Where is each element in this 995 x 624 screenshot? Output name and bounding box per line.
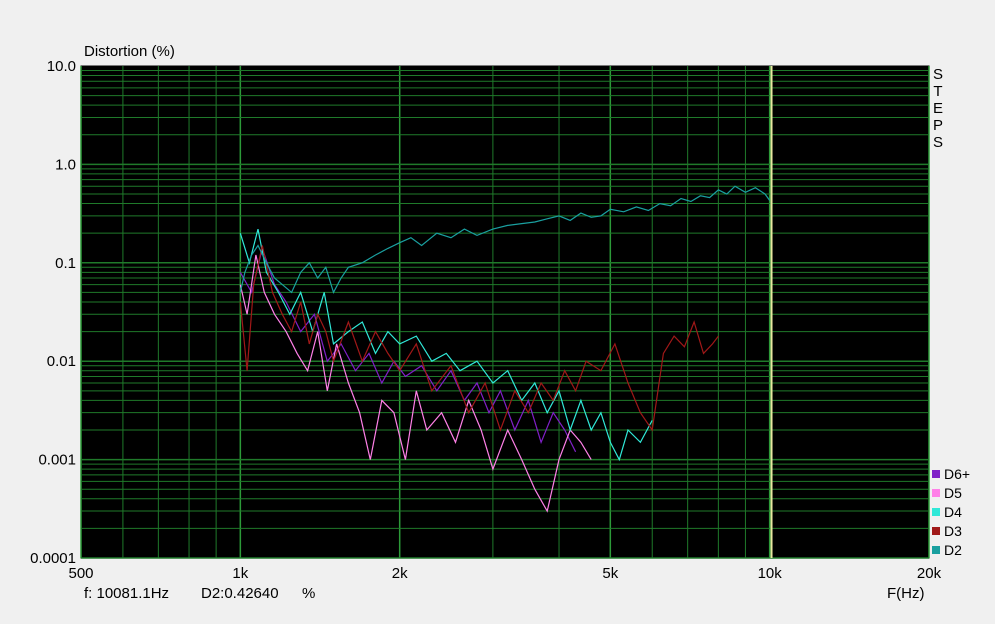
value-readout: D2:0.42640 bbox=[201, 585, 279, 602]
distortion-chart: 500 1k 2k 5k 10k 20k 10.0 1.0 0.1 0.01 0.001 0.0001 bbox=[30, 58, 942, 582]
legend-item[interactable]: D4 bbox=[932, 502, 970, 521]
y-axis-title: Distortion (%) bbox=[84, 43, 175, 60]
legend-label: D2 bbox=[944, 541, 962, 558]
legend-swatch bbox=[932, 507, 940, 516]
x-tick-label: 1k bbox=[232, 565, 248, 582]
legend-swatch bbox=[932, 469, 940, 478]
steps-letter: S bbox=[932, 66, 943, 83]
steps-letter: T bbox=[933, 83, 943, 100]
legend-swatch bbox=[932, 545, 940, 554]
legend-label: D3 bbox=[944, 522, 962, 539]
legend-swatch bbox=[932, 488, 940, 497]
x-tick-label: 2k bbox=[392, 565, 408, 582]
steps-button[interactable]: STEPS bbox=[931, 66, 945, 151]
steps-letter: P bbox=[932, 117, 943, 134]
legend: D6+ D5 D4 D3 D2 bbox=[932, 464, 970, 559]
legend-label: D4 bbox=[944, 503, 962, 520]
x-tick-label: 20k bbox=[917, 565, 942, 582]
steps-letter: E bbox=[932, 100, 943, 117]
x-tick-label: 500 bbox=[68, 565, 93, 582]
x-tick-label: 10k bbox=[758, 565, 783, 582]
x-tick-label: 5k bbox=[602, 565, 618, 582]
y-tick-label: 0.001 bbox=[38, 452, 76, 469]
plot-area[interactable] bbox=[80, 65, 930, 559]
legend-item[interactable]: D6+ bbox=[932, 464, 970, 483]
y-tick-label: 10.0 bbox=[47, 58, 76, 75]
legend-swatch bbox=[932, 526, 940, 535]
legend-item[interactable]: D2 bbox=[932, 540, 970, 559]
frequency-readout: f: 10081.1Hz bbox=[84, 585, 170, 602]
x-axis-title: F(Hz) bbox=[887, 585, 925, 602]
unit-readout: % bbox=[302, 585, 316, 602]
steps-letter: S bbox=[932, 134, 943, 151]
y-tick-label: 1.0 bbox=[55, 156, 76, 173]
y-tick-label: 0.01 bbox=[47, 353, 76, 370]
y-tick-label: 0.0001 bbox=[30, 550, 76, 567]
y-tick-label: 0.1 bbox=[55, 255, 76, 272]
legend-label: D5 bbox=[944, 484, 962, 501]
legend-item[interactable]: D5 bbox=[932, 483, 970, 502]
legend-label: D6+ bbox=[944, 465, 971, 482]
legend-item[interactable]: D3 bbox=[932, 521, 970, 540]
